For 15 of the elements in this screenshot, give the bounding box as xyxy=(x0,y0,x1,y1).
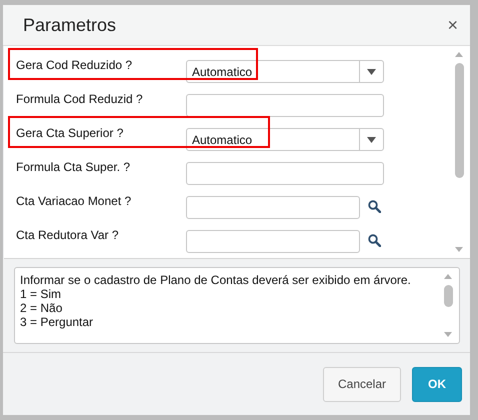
field-label: Formula Cod Reduzid ? xyxy=(15,92,144,106)
help-text: Informar se o cadastro de Plano de Contas deverá ser exibido em árvore. xyxy=(20,273,412,287)
field-label: Gera Cod Reduzido ? xyxy=(15,58,134,72)
dialog-title: Parametros xyxy=(23,14,116,36)
help-text: 1 = Sim xyxy=(20,287,62,301)
help-text: 3 = Perguntar xyxy=(20,315,94,329)
dropdown[interactable]: Automatico xyxy=(186,60,384,83)
field-label: Cta Variacao Monet ? xyxy=(15,194,132,208)
field-label: Formula Cta Super. ? xyxy=(15,160,132,174)
field-label: Gera Cta Superior ? xyxy=(15,126,124,140)
field-label: Cta Redutora Var ? xyxy=(15,228,120,242)
close-button[interactable]: × xyxy=(447,14,458,36)
dropdown[interactable]: Automatico xyxy=(186,128,384,151)
cancel-button[interactable]: Cancelar xyxy=(323,366,401,402)
help-text: 2 = Não xyxy=(20,301,64,315)
